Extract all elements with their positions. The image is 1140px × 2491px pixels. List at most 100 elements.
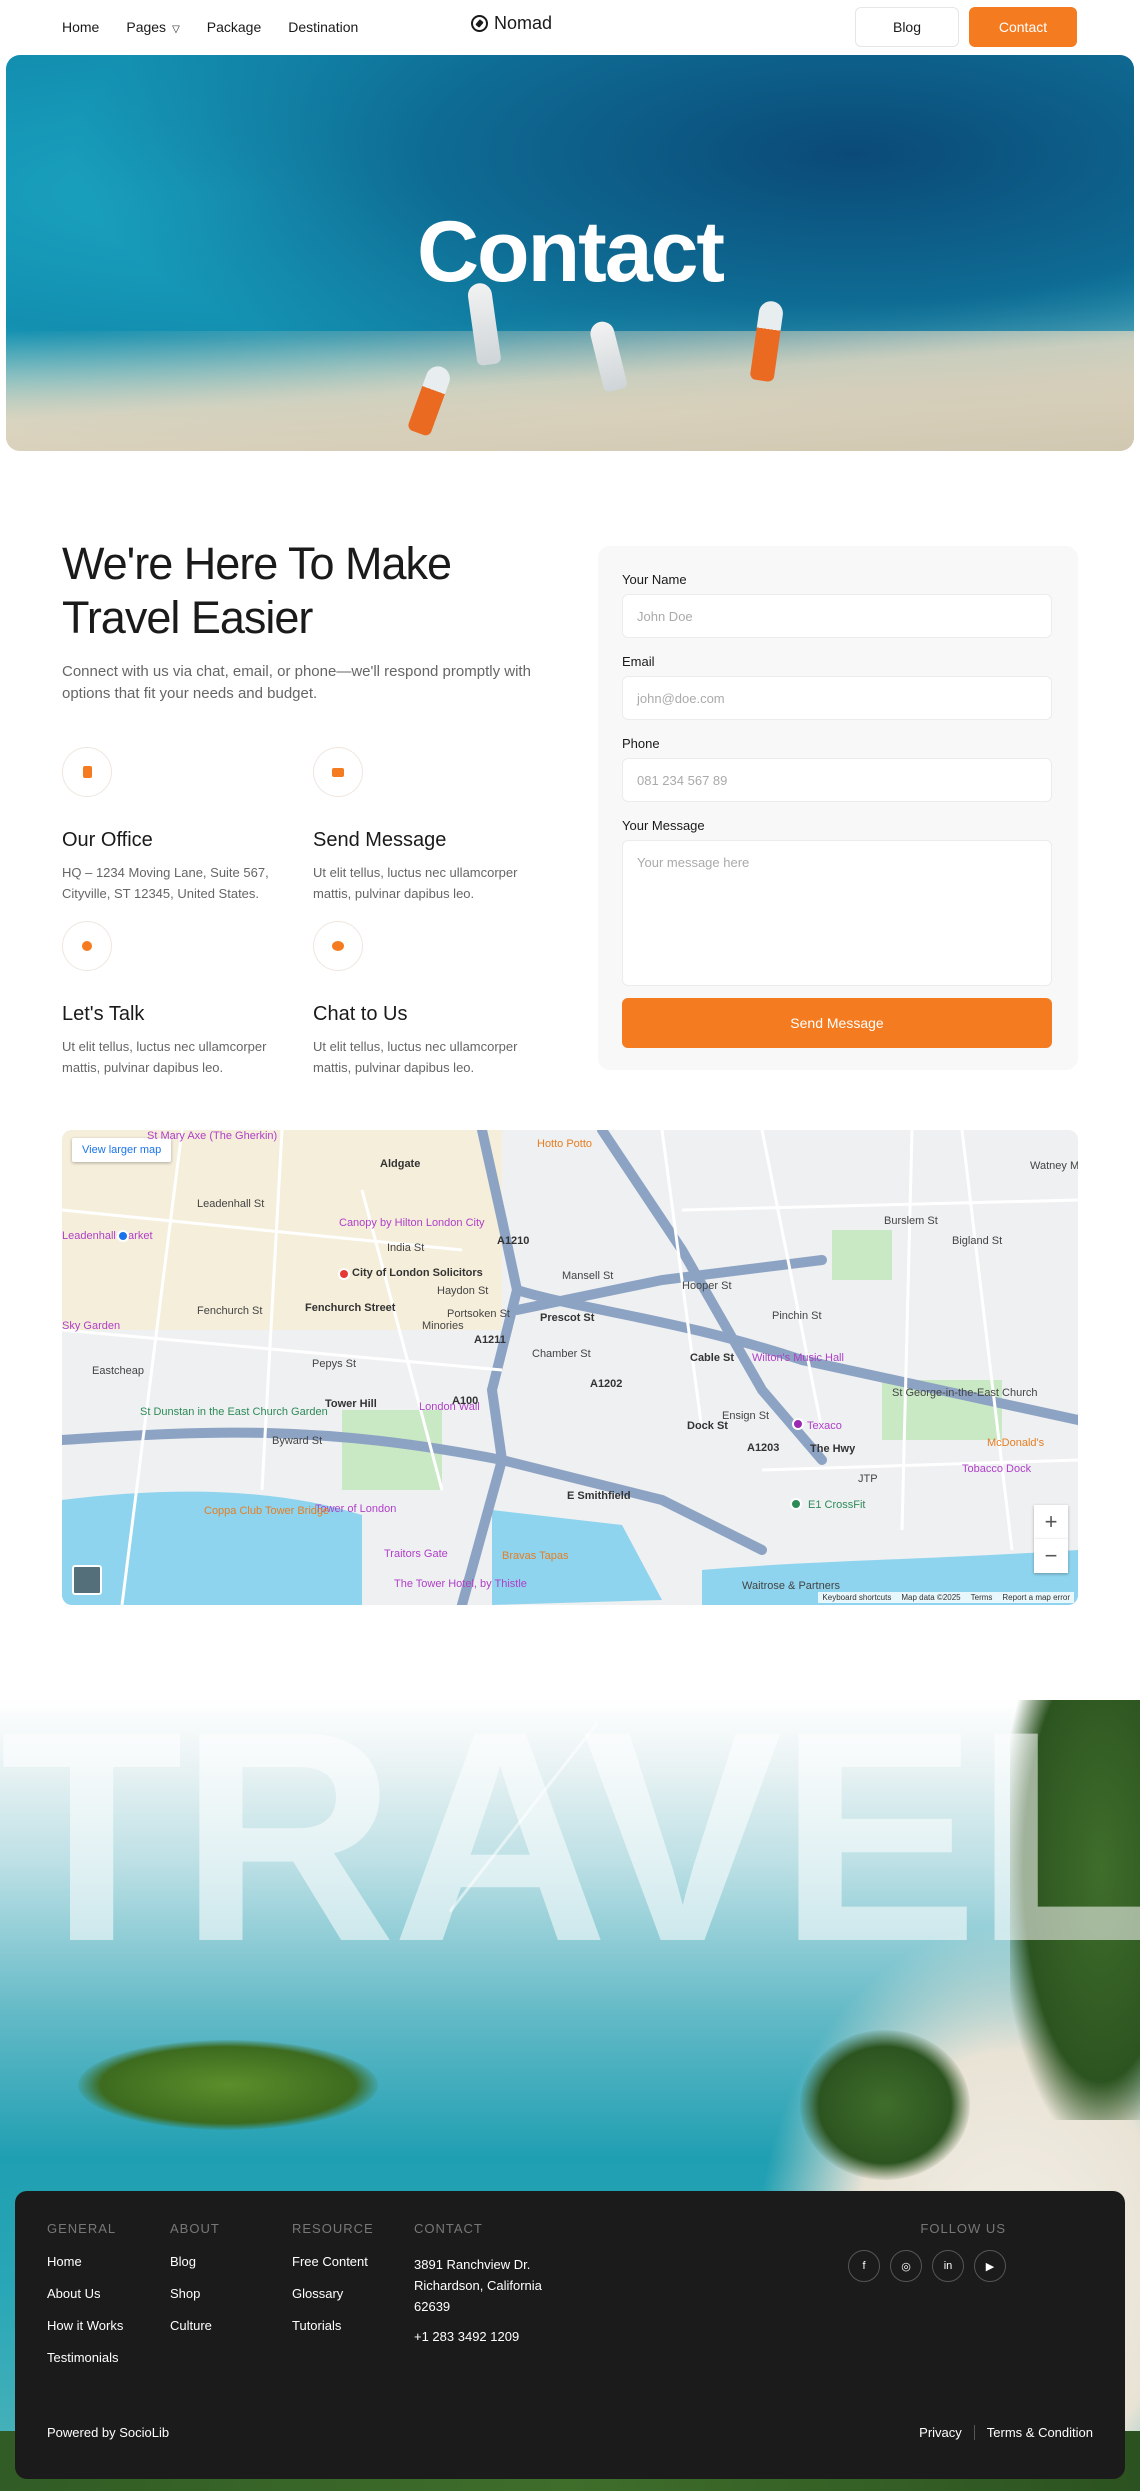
keyboard-shortcuts-link[interactable]: Keyboard shortcuts bbox=[822, 1593, 891, 1602]
map-label[interactable]: Tobacco Dock bbox=[962, 1463, 1031, 1475]
map-label[interactable]: Hotto Potto bbox=[537, 1138, 592, 1150]
youtube-icon[interactable]: ▶ bbox=[974, 2250, 1006, 2282]
map-label[interactable]: E1 CrossFit bbox=[808, 1499, 865, 1511]
footer-column-resource: RESOURCE Free Content Glossary Tutorials bbox=[292, 2221, 374, 2350]
building-icon bbox=[62, 747, 112, 797]
map-attribution: Keyboard shortcuts Map data ©2025 Terms … bbox=[818, 1592, 1074, 1603]
map-label[interactable]: St Mary Axe (The Gherkin) bbox=[147, 1130, 277, 1142]
nav-pages-label: Pages bbox=[126, 19, 167, 35]
send-message-button[interactable]: Send Message bbox=[622, 998, 1052, 1048]
map-label[interactable]: Traitors Gate bbox=[384, 1548, 448, 1560]
fuel-pin-icon[interactable] bbox=[792, 1418, 804, 1430]
footer-heading: FOLLOW US bbox=[920, 2221, 1006, 2236]
map-label[interactable]: Leadenhall Market bbox=[62, 1230, 153, 1242]
privacy-link[interactable]: Privacy bbox=[919, 2425, 975, 2440]
footer-legal: Privacy Terms & Condition bbox=[919, 2425, 1093, 2440]
map-label: Watney M bbox=[1030, 1160, 1078, 1172]
phone-label: Phone bbox=[622, 736, 660, 751]
map-label: Minories bbox=[422, 1320, 464, 1332]
map-label: Cable St bbox=[690, 1352, 735, 1364]
section-intro: Connect with us via chat, email, or phon… bbox=[62, 663, 531, 702]
terms-link[interactable]: Terms bbox=[971, 1593, 993, 1602]
map-label[interactable]: Aldgate bbox=[380, 1158, 420, 1170]
map-label[interactable]: The Tower Hotel, by Thistle bbox=[394, 1578, 527, 1590]
map-label[interactable]: Canopy by Hilton London City bbox=[339, 1217, 485, 1229]
gym-pin-icon[interactable] bbox=[790, 1498, 802, 1510]
chevron-down-icon: ▽ bbox=[172, 24, 180, 35]
top-navigation: Home Pages ▽ Package Destination Nomad Bl… bbox=[0, 0, 1140, 55]
footer-heading: CONTACT bbox=[414, 2221, 483, 2236]
map-label[interactable]: Tower Hill bbox=[325, 1398, 377, 1410]
contact-card-chat: Chat to Us Ut elit tellus, luctus nec ul… bbox=[313, 921, 553, 1078]
map-label[interactable]: Texaco bbox=[807, 1420, 842, 1432]
logo[interactable]: Nomad bbox=[471, 13, 552, 34]
email-input[interactable]: john@doe.com bbox=[622, 676, 1052, 720]
map-label[interactable]: City of London Solicitors bbox=[352, 1267, 483, 1279]
map-embed[interactable]: View larger map St Mary Axe (The Gherkin… bbox=[62, 1130, 1078, 1605]
footer-phone[interactable]: +1 283 3492 1209 bbox=[414, 2329, 564, 2344]
powered-by[interactable]: Powered by SocioLib bbox=[47, 2425, 169, 2440]
map-label: Bigland St bbox=[952, 1235, 1003, 1247]
map-label[interactable]: St Dunstan in the East Church Garden bbox=[140, 1406, 328, 1418]
name-input[interactable]: John Doe bbox=[622, 594, 1052, 638]
footer-column-general: GENERAL Home About Us How it Works Testi… bbox=[47, 2221, 123, 2382]
page-title: Contact bbox=[416, 204, 725, 300]
footer-link[interactable]: Tutorials bbox=[292, 2318, 374, 2333]
footer-link[interactable]: Culture bbox=[170, 2318, 220, 2333]
map-label: Eastcheap bbox=[92, 1365, 144, 1377]
shopping-pin-icon[interactable] bbox=[117, 1230, 129, 1242]
zoom-out-button[interactable]: − bbox=[1034, 1539, 1068, 1573]
map-label[interactable]: St George-in-the-East Church bbox=[892, 1387, 1038, 1399]
satellite-toggle[interactable] bbox=[72, 1565, 102, 1595]
nav-package[interactable]: Package bbox=[207, 19, 261, 35]
contact-form: Your Name John Doe Email john@doe.com Ph… bbox=[598, 546, 1078, 1070]
message-label: Your Message bbox=[622, 818, 705, 833]
map-label: India St bbox=[387, 1242, 425, 1254]
footer-link[interactable]: Testimonials bbox=[47, 2350, 123, 2365]
map-label: Hooper St bbox=[682, 1280, 732, 1292]
contact-card-talk: Let's Talk Ut elit tellus, luctus nec ul… bbox=[62, 921, 302, 1078]
nav-pages[interactable]: Pages ▽ bbox=[126, 19, 179, 35]
contact-card-message: Send Message Ut elit tellus, luctus nec … bbox=[313, 747, 553, 904]
footer-heading: RESOURCE bbox=[292, 2221, 374, 2236]
map-label: Burslem St bbox=[884, 1215, 938, 1227]
travel-heading: TRAVEL bbox=[0, 1700, 1140, 2004]
footer-link[interactable]: Shop bbox=[170, 2286, 220, 2301]
terms-link[interactable]: Terms & Condition bbox=[975, 2425, 1093, 2440]
map-label: A100 bbox=[452, 1395, 479, 1407]
map-label[interactable]: Coppa Club Tower Bridge bbox=[204, 1505, 329, 1517]
footer-column-about: ABOUT Blog Shop Culture bbox=[170, 2221, 220, 2350]
envelope-icon bbox=[313, 747, 363, 797]
map-label[interactable]: Wilton's Music Hall bbox=[752, 1352, 844, 1364]
map-label[interactable]: Fenchurch Street bbox=[305, 1302, 395, 1314]
footer-link[interactable]: Free Content bbox=[292, 2254, 374, 2269]
location-pin-icon[interactable] bbox=[338, 1268, 350, 1280]
footer-heading: ABOUT bbox=[170, 2221, 220, 2236]
message-textarea[interactable]: Your message here bbox=[622, 840, 1052, 986]
hero-banner: Contact bbox=[6, 55, 1134, 451]
map-label: A1203 bbox=[747, 1442, 780, 1454]
map-label[interactable]: McDonald's bbox=[987, 1437, 1044, 1449]
instagram-icon[interactable]: ◎ bbox=[890, 2250, 922, 2282]
footer-link[interactable]: Glossary bbox=[292, 2286, 374, 2301]
nav-destination[interactable]: Destination bbox=[288, 19, 358, 35]
footer-link[interactable]: Home bbox=[47, 2254, 123, 2269]
phone-input[interactable]: 081 234 567 89 bbox=[622, 758, 1052, 802]
footer: GENERAL Home About Us How it Works Testi… bbox=[15, 2191, 1125, 2479]
map-label: A1211 bbox=[474, 1334, 506, 1346]
contact-button[interactable]: Contact bbox=[969, 7, 1077, 47]
footer-link[interactable]: How it Works bbox=[47, 2318, 123, 2333]
footer-link[interactable]: Blog bbox=[170, 2254, 220, 2269]
nav-home[interactable]: Home bbox=[62, 19, 99, 35]
map-label[interactable]: Bravas Tapas bbox=[502, 1550, 568, 1562]
map-label: Pinchin St bbox=[772, 1310, 822, 1322]
footer-link[interactable]: About Us bbox=[47, 2286, 123, 2301]
zoom-in-button[interactable]: + bbox=[1034, 1505, 1068, 1539]
linkedin-icon[interactable]: in bbox=[932, 2250, 964, 2282]
report-error-link[interactable]: Report a map error bbox=[1002, 1593, 1070, 1602]
facebook-icon[interactable]: f bbox=[848, 2250, 880, 2282]
map-label[interactable]: Sky Garden bbox=[62, 1320, 120, 1332]
blog-button[interactable]: Blog bbox=[855, 7, 959, 47]
map-data-text: Map data ©2025 bbox=[901, 1593, 961, 1602]
map-label[interactable]: Waitrose & Partners bbox=[742, 1580, 840, 1592]
